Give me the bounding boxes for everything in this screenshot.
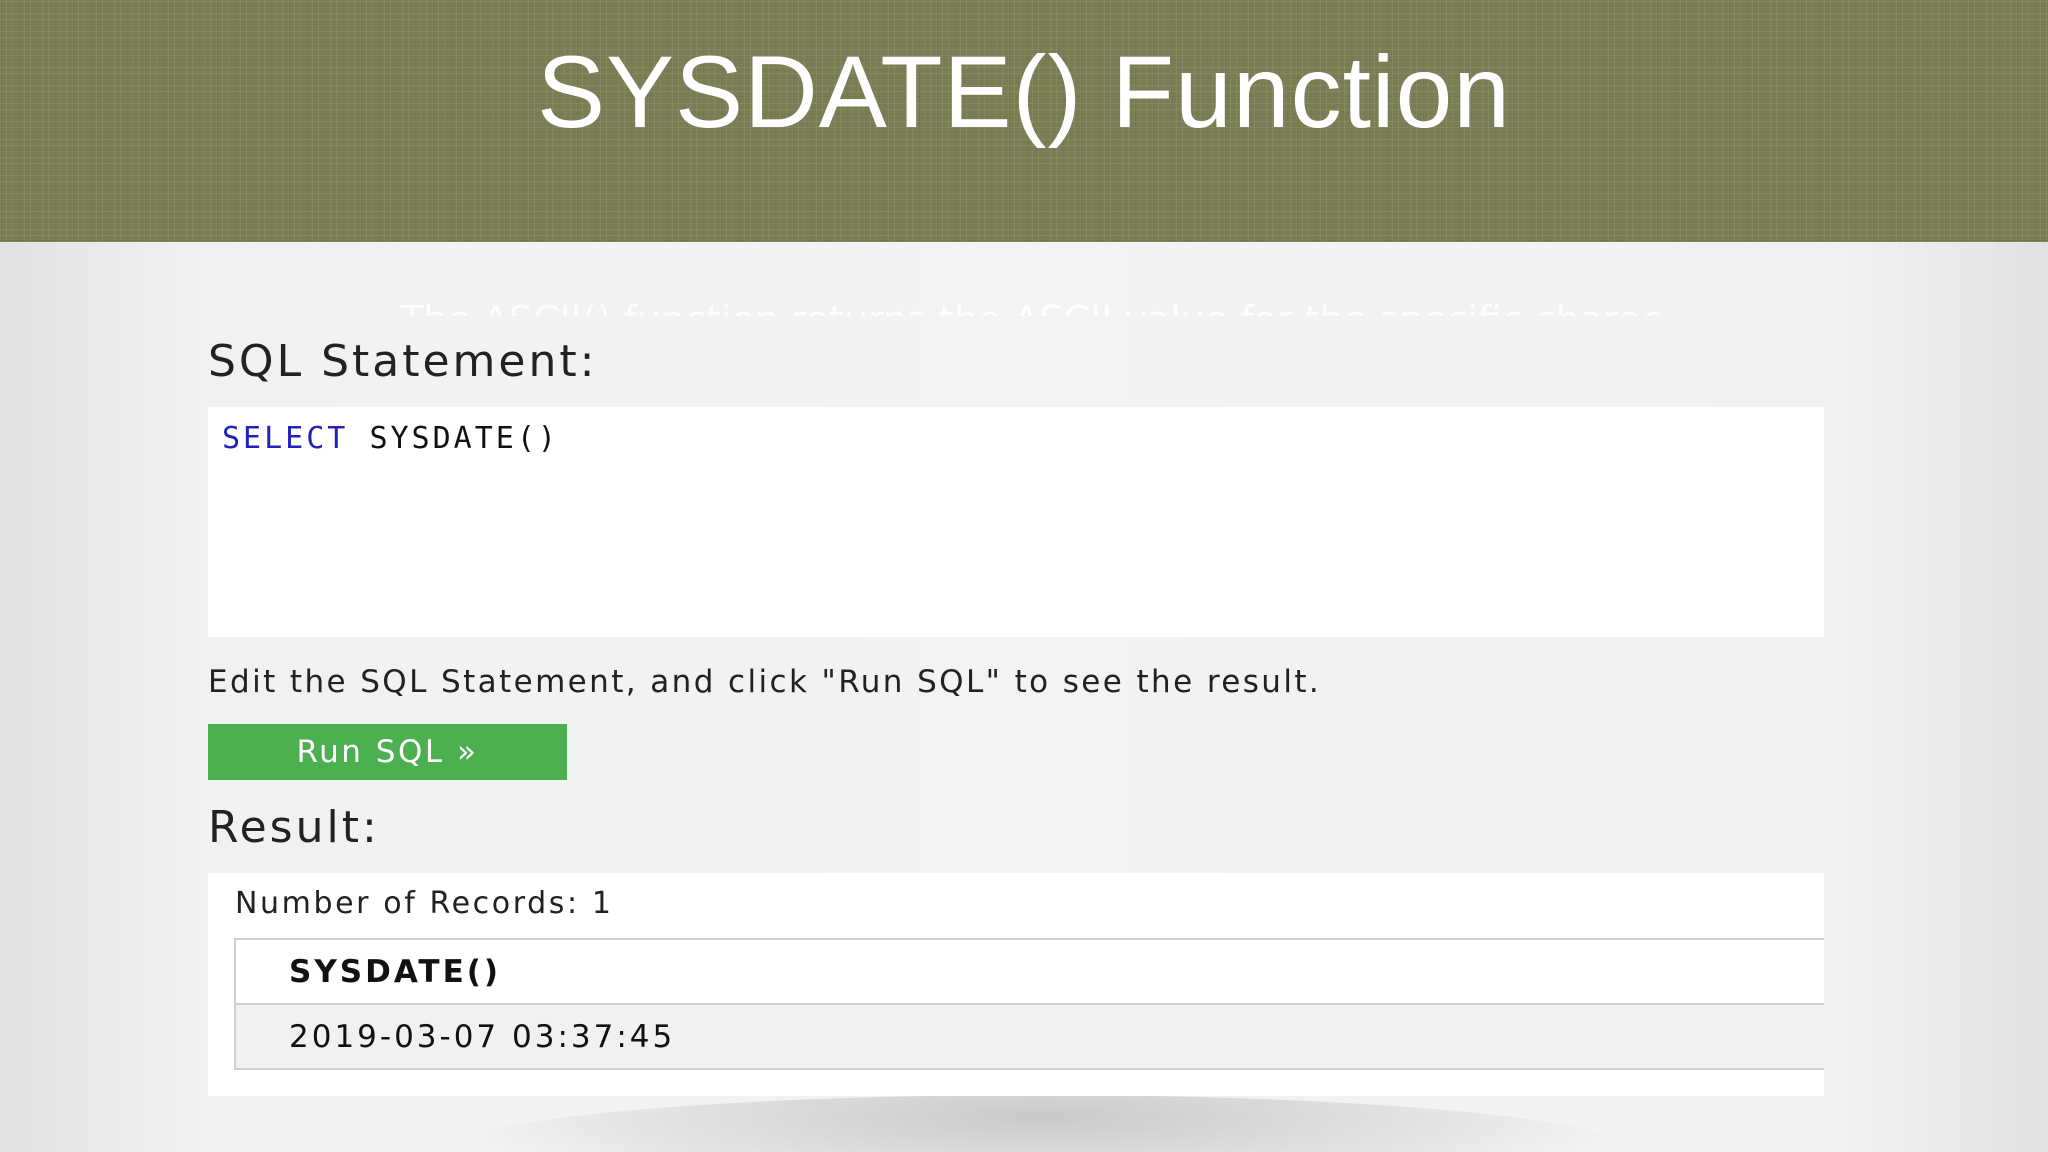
faded-background-text: The ASCII() function returns the ASCII v… xyxy=(400,290,1660,316)
column-header-sysdate: SYSDATE() xyxy=(235,939,1824,1005)
table-header-row: SYSDATE() xyxy=(235,939,1824,1005)
sql-function-call: SYSDATE() xyxy=(369,421,559,456)
instruction-text: Edit the SQL Statement, and click "Run S… xyxy=(208,664,1322,700)
sql-editor[interactable]: SELECT SYSDATE() xyxy=(208,407,1824,637)
title-banner: SYSDATE() Function xyxy=(0,0,2048,242)
run-sql-button[interactable]: Run SQL » xyxy=(208,724,567,780)
sql-statement-heading: SQL Statement: xyxy=(208,336,598,387)
table-row: 2019-03-07 03:37:45 xyxy=(235,1004,1824,1070)
slide-title: SYSDATE() Function xyxy=(536,35,1512,149)
slide: SYSDATE() Function The ASCII() function … xyxy=(0,0,2048,1152)
faded-background-text-content: The ASCII() function returns the ASCII v… xyxy=(400,298,1660,316)
record-count: Number of Records: 1 xyxy=(235,886,614,921)
table-cell-sysdate-value: 2019-03-07 03:37:45 xyxy=(235,1004,1824,1070)
background-book-image xyxy=(450,1095,1630,1152)
result-table: SYSDATE() 2019-03-07 03:37:45 xyxy=(234,938,1824,1070)
result-heading: Result: xyxy=(208,802,380,853)
sql-keyword: SELECT xyxy=(222,421,349,456)
result-panel: Number of Records: 1 SYSDATE() 2019-03-0… xyxy=(208,873,1824,1096)
